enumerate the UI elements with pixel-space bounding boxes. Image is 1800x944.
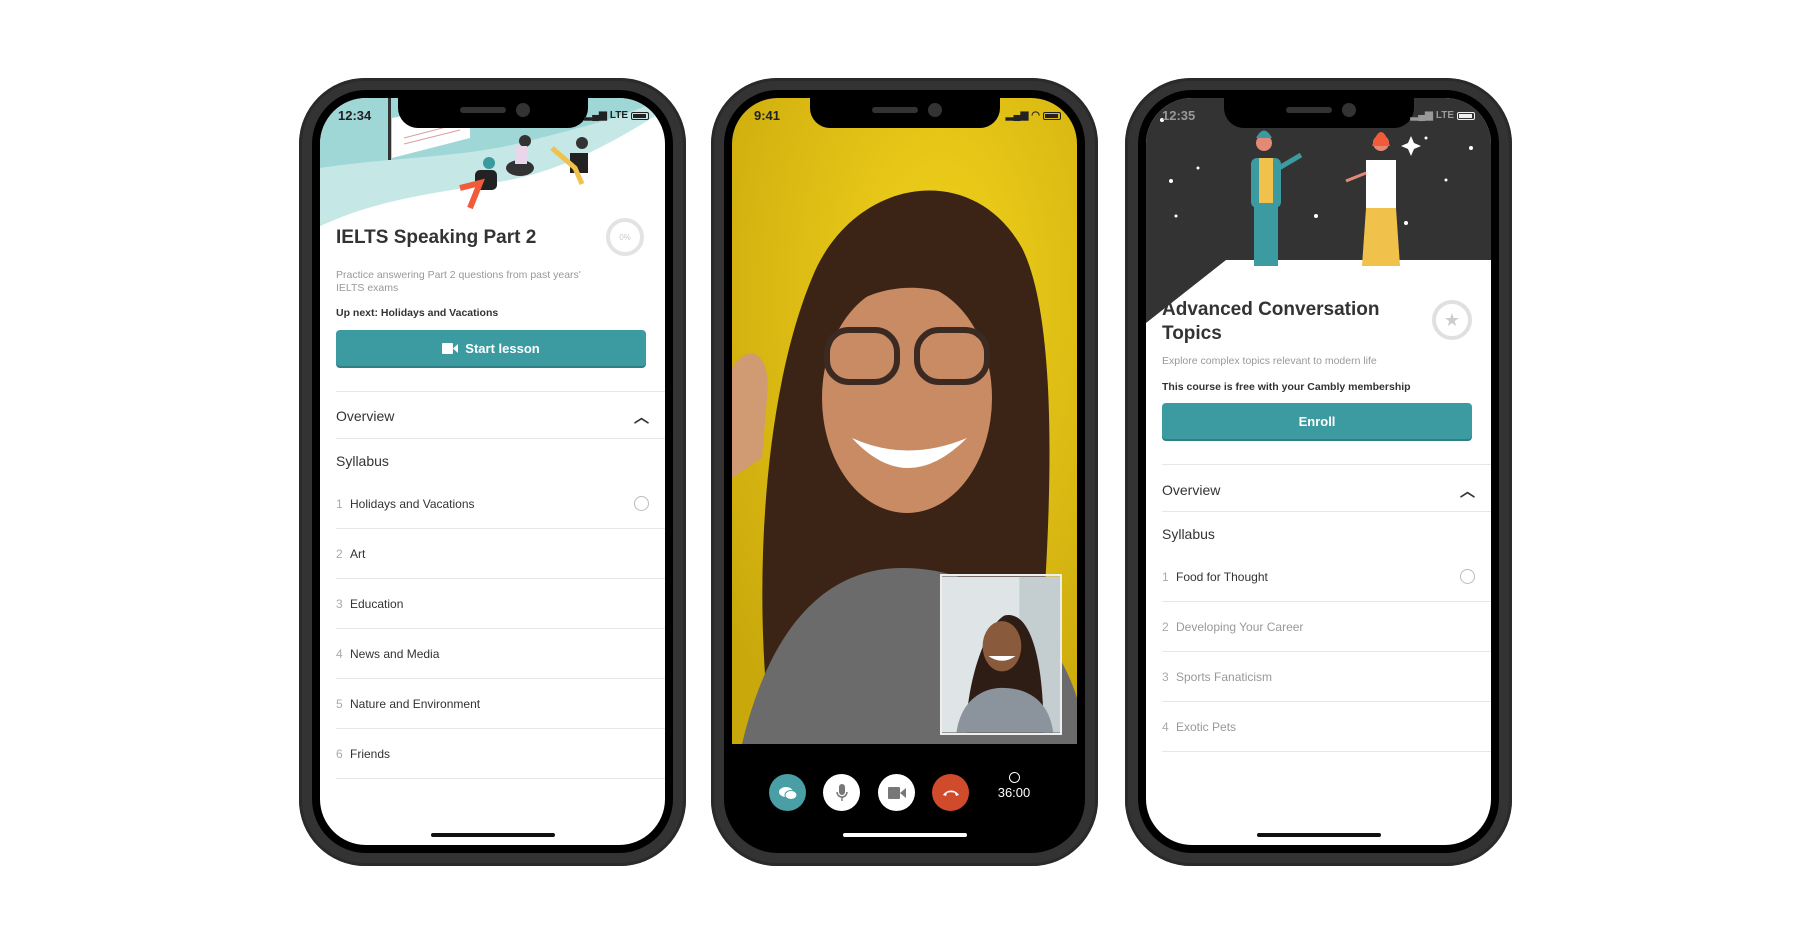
syllabus-item[interactable]: 5 Nature and Environment	[336, 679, 665, 729]
favorite-star-button[interactable]: ★	[1432, 300, 1472, 340]
home-indicator[interactable]	[1256, 833, 1381, 837]
membership-note: This course is free with your Cambly mem…	[1162, 381, 1411, 393]
battery-icon	[1043, 111, 1061, 120]
completion-radio[interactable]	[634, 496, 649, 511]
status-time: 9:41	[754, 108, 781, 123]
status-indicators: ▂▄▆ LTE	[1410, 110, 1475, 121]
syllabus-item[interactable]: 2 Developing Your Career	[1162, 602, 1491, 652]
item-label: Developing Your Career	[1176, 619, 1304, 634]
item-number: 4	[1162, 719, 1169, 734]
item-number: 2	[1162, 619, 1169, 634]
phone-video-call: 9:41 ▂▄▆ ◠ 36:00	[711, 78, 1098, 866]
item-label: Nature and Environment	[350, 696, 481, 711]
signal-icon: ▂▄▆	[584, 110, 607, 121]
home-indicator[interactable]	[430, 833, 555, 837]
home-indicator[interactable]	[842, 833, 967, 837]
chat-icon	[778, 786, 797, 800]
syllabus-item[interactable]: 6 Friends	[336, 729, 665, 779]
microphone-icon	[835, 783, 848, 801]
syllabus-item[interactable]: 4 Exotic Pets	[1162, 702, 1491, 752]
notch	[809, 98, 1000, 128]
star-icon: ★	[1443, 309, 1461, 330]
syllabus-item[interactable]: 1 Holidays and Vacations	[336, 479, 665, 529]
start-lesson-label: Start lesson	[465, 340, 540, 356]
call-timer: 36:00	[994, 772, 1034, 800]
notch	[1223, 98, 1414, 128]
overview-toggle[interactable]: Overview ︿	[336, 407, 649, 426]
enroll-button[interactable]: Enroll	[1162, 403, 1472, 439]
item-number: 2	[336, 546, 343, 561]
syllabus-heading: Syllabus	[336, 453, 389, 469]
completion-radio[interactable]	[1460, 569, 1475, 584]
overview-label: Overview	[336, 408, 395, 424]
self-view-video	[940, 574, 1062, 735]
item-number: 1	[336, 496, 343, 511]
divider	[1162, 511, 1491, 512]
signal-icon: ▂▄▆	[1410, 110, 1433, 121]
signal-icon: ▂▄▆	[1005, 110, 1029, 121]
hang-up-icon	[942, 790, 959, 796]
wifi-icon: ◠	[1031, 110, 1040, 121]
item-label: Holidays and Vacations	[350, 496, 475, 511]
screen-advanced: 12:35 ▂▄▆ LTE Advanced Conversation Topic…	[1146, 98, 1491, 845]
item-number: 5	[336, 696, 343, 711]
overview-label: Overview	[1162, 482, 1221, 498]
chevron-up-icon: ︿	[633, 408, 649, 426]
video-camera-icon	[442, 342, 459, 354]
up-next: Up next: Holidays and Vacations	[336, 307, 499, 319]
item-label: Art	[350, 546, 366, 561]
item-label: Exotic Pets	[1176, 719, 1237, 734]
item-number: 6	[336, 746, 343, 761]
divider	[336, 438, 665, 439]
item-label: News and Media	[350, 646, 440, 661]
battery-icon	[631, 111, 649, 120]
chevron-up-icon: ︿	[1459, 482, 1475, 500]
item-label: Education	[350, 596, 404, 611]
status-time: 12:35	[1162, 108, 1196, 123]
video-camera-icon	[887, 786, 906, 799]
course-title: Advanced Conversation Topics	[1162, 299, 1380, 344]
item-number: 3	[1162, 669, 1169, 684]
clock-icon	[1008, 772, 1020, 783]
notch	[397, 98, 588, 128]
course-title: IELTS Speaking Part 2	[336, 227, 537, 248]
phone-advanced-course: 12:35 ▂▄▆ LTE Advanced Conversation Topic…	[1125, 78, 1512, 866]
item-number: 4	[336, 646, 343, 661]
progress-ring: 0%	[606, 218, 644, 256]
divider	[1162, 464, 1491, 465]
mute-button[interactable]	[823, 774, 860, 811]
start-lesson-button[interactable]: Start lesson	[336, 330, 646, 366]
header-illustration	[1146, 98, 1491, 323]
syllabus-item[interactable]: 2 Art	[336, 529, 665, 579]
item-label: Food for Thought	[1176, 569, 1268, 584]
item-label: Sports Fanaticism	[1176, 669, 1273, 684]
item-label: Friends	[350, 746, 391, 761]
status-indicators: ▂▄▆ ◠	[1006, 110, 1061, 121]
network-label: LTE	[1435, 110, 1454, 121]
course-description: Practice answering Part 2 questions from…	[336, 269, 581, 294]
status-time: 12:34	[338, 108, 372, 123]
phone-ielts-course: 12:34 ▂▄▆ LTE IELTS Speaking Part 2 0% Pr…	[299, 78, 686, 866]
battery-icon	[1457, 111, 1475, 120]
overview-toggle[interactable]: Overview ︿	[1162, 481, 1475, 500]
syllabus-item[interactable]: 1 Food for Thought	[1162, 552, 1491, 602]
syllabus-item[interactable]: 3 Sports Fanaticism	[1162, 652, 1491, 702]
syllabus-item[interactable]: 4 News and Media	[336, 629, 665, 679]
syllabus-item[interactable]: 3 Education	[336, 579, 665, 629]
syllabus-heading: Syllabus	[1162, 526, 1215, 542]
status-indicators: ▂▄▆ LTE	[584, 110, 649, 121]
item-number: 1	[1162, 569, 1169, 584]
hang-up-button[interactable]	[932, 774, 969, 811]
timer-label: 36:00	[997, 785, 1031, 800]
course-description: Explore complex topics relevant to moder…	[1162, 355, 1377, 367]
enroll-label: Enroll	[1298, 413, 1336, 429]
item-number: 3	[336, 596, 343, 611]
camera-toggle-button[interactable]	[878, 774, 915, 811]
screen-video-call: 9:41 ▂▄▆ ◠ 36:00	[732, 98, 1077, 845]
screen-ielts: 12:34 ▂▄▆ LTE IELTS Speaking Part 2 0% Pr…	[320, 98, 665, 845]
divider	[336, 391, 665, 392]
chat-button[interactable]	[769, 774, 806, 811]
network-label: LTE	[609, 110, 628, 121]
progress-label: 0%	[619, 232, 631, 242]
